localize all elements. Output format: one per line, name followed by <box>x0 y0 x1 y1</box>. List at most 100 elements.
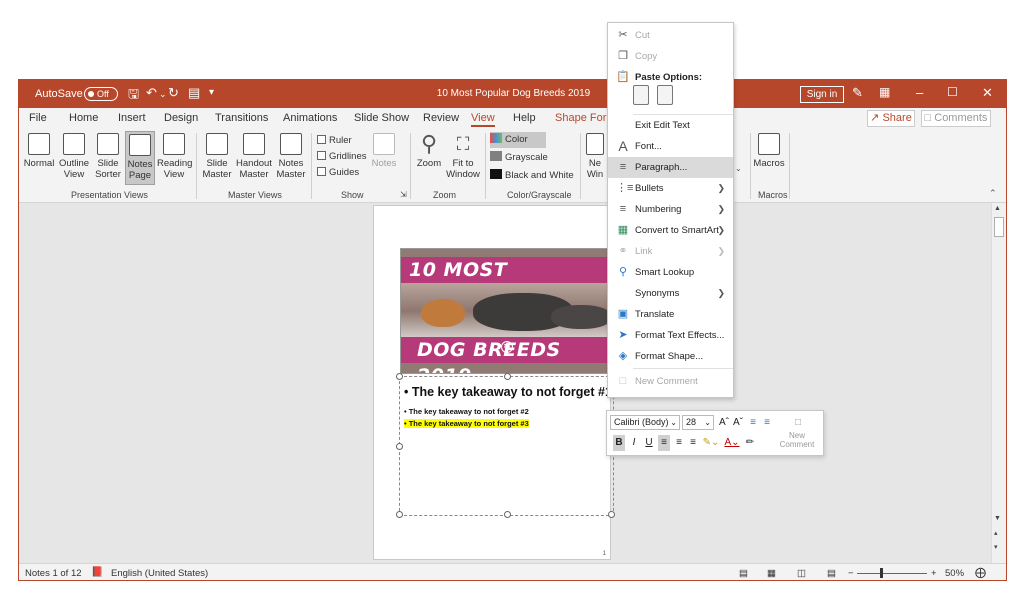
menu-item-paragraph[interactable]: ≡ Paragraph... <box>608 157 733 178</box>
rotate-handle-icon[interactable]: ↻ <box>501 341 513 353</box>
color-button[interactable]: Color <box>490 132 546 148</box>
notes-master-button[interactable]: Notes Master <box>275 133 307 185</box>
pen-icon[interactable]: ✎ <box>852 85 863 101</box>
font-size-dropdown[interactable]: 28 ⌄ <box>682 415 714 430</box>
bold-button[interactable]: B <box>613 435 625 451</box>
previous-slide-icon[interactable]: ▴ <box>994 529 998 537</box>
tab-design[interactable]: Design <box>164 112 198 124</box>
increase-indent-icon[interactable]: ≡ <box>761 415 773 430</box>
menu-item-format-text-effects[interactable]: ➤ Format Text Effects... <box>608 325 733 346</box>
tab-view[interactable]: View <box>471 112 495 127</box>
menu-item-link[interactable]: ⚭ Link ❯ <box>608 241 733 262</box>
align-right-icon[interactable]: ≡ <box>687 435 699 451</box>
maximize-icon[interactable]: ☐ <box>947 85 958 99</box>
new-comment-button[interactable]: New Comment <box>775 431 819 449</box>
menu-item-format-shape[interactable]: ◈ Format Shape... <box>608 346 733 367</box>
zoom-slider-thumb[interactable] <box>880 568 883 578</box>
menu-item-exit-edit-text[interactable]: Exit Edit Text <box>608 115 733 136</box>
language-status[interactable]: English (United States) <box>111 568 208 579</box>
zoom-in-icon[interactable]: + <box>931 568 937 579</box>
ribbon-display-icon[interactable]: ▦ <box>879 85 890 99</box>
slide-sorter-button[interactable]: Slide Sorter <box>93 133 123 185</box>
zoom-out-icon[interactable]: − <box>848 568 854 579</box>
resize-handle[interactable] <box>396 511 403 518</box>
handout-master-button[interactable]: Handout Master <box>235 133 273 185</box>
tab-slide-show[interactable]: Slide Show <box>354 112 409 124</box>
outline-view-button[interactable]: Outline View <box>58 133 90 185</box>
ruler-checkbox[interactable]: Ruler <box>317 135 352 146</box>
font-color-icon[interactable]: A⌄ <box>723 435 741 451</box>
gridlines-checkbox[interactable]: Gridlines <box>317 151 367 162</box>
tab-insert[interactable]: Insert <box>118 112 146 124</box>
menu-item-smart-lookup[interactable]: ⚲ Smart Lookup <box>608 262 733 283</box>
italic-button[interactable]: I <box>628 435 640 451</box>
resize-handle[interactable] <box>608 511 615 518</box>
note-line-1[interactable]: • The key takeaway to not forget #1 <box>404 385 612 399</box>
minimize-icon[interactable]: – <box>916 85 923 100</box>
paste-picture-icon[interactable] <box>657 85 673 105</box>
chevron-down-icon[interactable]: ⌄ <box>735 164 742 173</box>
menu-item-numbering[interactable]: ≡ Numbering ❯ <box>608 199 733 220</box>
reading-view-button[interactable]: Reading View <box>157 133 192 185</box>
slide-master-button[interactable]: Slide Master <box>201 133 233 185</box>
menu-item-new-comment[interactable]: □ New Comment <box>608 371 733 392</box>
vertical-scrollbar[interactable]: ▲ ▼ ▴ ▾ <box>991 203 1006 563</box>
tab-animations[interactable]: Animations <box>283 112 337 124</box>
menu-item-bullets[interactable]: ⋮≡ Bullets ❯ <box>608 178 733 199</box>
spelling-icon[interactable]: 📕 <box>91 567 103 578</box>
notes-page-button[interactable]: Notes Page <box>125 131 155 185</box>
note-line-2[interactable]: • The key takeaway to not forget #2 <box>404 407 529 416</box>
menu-item-copy[interactable]: ❐ Copy <box>608 46 733 67</box>
menu-item-synonyms[interactable]: Synonyms ❯ <box>608 283 733 304</box>
collapse-ribbon-icon[interactable]: ⌃ <box>989 188 997 199</box>
menu-item-cut[interactable]: ✂ Cut <box>608 25 733 46</box>
tab-file[interactable]: File <box>29 112 47 124</box>
new-comment-icon[interactable]: □ <box>791 415 805 430</box>
tab-home[interactable]: Home <box>69 112 98 124</box>
resize-handle[interactable] <box>504 373 511 380</box>
paste-keep-formatting-icon[interactable] <box>633 85 649 105</box>
zoom-slider[interactable] <box>857 573 927 574</box>
align-center-icon[interactable]: ≡ <box>673 435 685 451</box>
share-button[interactable]: ↗ Share <box>867 110 915 127</box>
fit-slide-icon[interactable]: ⨁ <box>975 566 986 579</box>
reading-view-status-icon[interactable]: ◫ <box>797 568 806 579</box>
zoom-button[interactable]: ⚲ Zoom <box>413 133 445 185</box>
slideshow-status-icon[interactable]: ▤ <box>827 568 836 579</box>
fit-to-window-button[interactable]: ⛶ Fit to Window <box>445 133 481 185</box>
font-name-dropdown[interactable]: Calibri (Body) ⌄ <box>610 415 680 430</box>
tab-transitions[interactable]: Transitions <box>215 112 268 124</box>
show-dialog-launcher-icon[interactable]: ⇲ <box>400 190 407 199</box>
align-left-icon[interactable]: ≡ <box>658 435 670 451</box>
menu-item-font[interactable]: A Font... <box>608 136 733 157</box>
grow-font-icon[interactable]: Aˆ <box>718 415 730 430</box>
resize-handle[interactable] <box>396 443 403 450</box>
note-line-3[interactable]: • The key takeaway to not forget #3 <box>404 419 529 428</box>
notes-text-box[interactable]: • The key takeaway to not forget #1 • Th… <box>396 373 615 518</box>
tab-review[interactable]: Review <box>423 112 459 124</box>
format-painter-icon[interactable]: ✏ <box>744 435 756 451</box>
next-slide-icon[interactable]: ▾ <box>994 543 998 551</box>
menu-item-translate[interactable]: ▣ Translate <box>608 304 733 325</box>
highlight-color-icon[interactable]: ✎⌄ <box>702 435 720 451</box>
zoom-level[interactable]: 50% <box>945 568 964 579</box>
resize-handle[interactable] <box>396 373 403 380</box>
scroll-up-icon[interactable]: ▲ <box>994 205 1001 212</box>
normal-view-button[interactable]: Normal <box>23 133 55 185</box>
scroll-down-icon[interactable]: ▼ <box>994 515 1001 522</box>
notes-toggle-button[interactable]: Notes <box>371 133 397 185</box>
sign-in-button[interactable]: Sign in <box>800 86 844 103</box>
resize-handle[interactable] <box>504 511 511 518</box>
close-icon[interactable]: ✕ <box>982 85 993 101</box>
black-and-white-button[interactable]: Black and White <box>490 168 574 184</box>
shrink-font-icon[interactable]: Aˇ <box>732 415 744 430</box>
tab-help[interactable]: Help <box>513 112 536 124</box>
scroll-thumb[interactable] <box>994 217 1004 237</box>
normal-view-status-icon[interactable]: ▤ <box>739 568 748 579</box>
new-window-button[interactable]: Ne Win <box>583 133 607 185</box>
underline-button[interactable]: U <box>643 435 655 451</box>
comments-button[interactable]: □ Comments <box>921 110 991 127</box>
decrease-indent-icon[interactable]: ≡ <box>747 415 759 430</box>
macros-button[interactable]: Macros <box>753 133 785 185</box>
slide-sorter-status-icon[interactable]: ▦ <box>767 568 776 579</box>
